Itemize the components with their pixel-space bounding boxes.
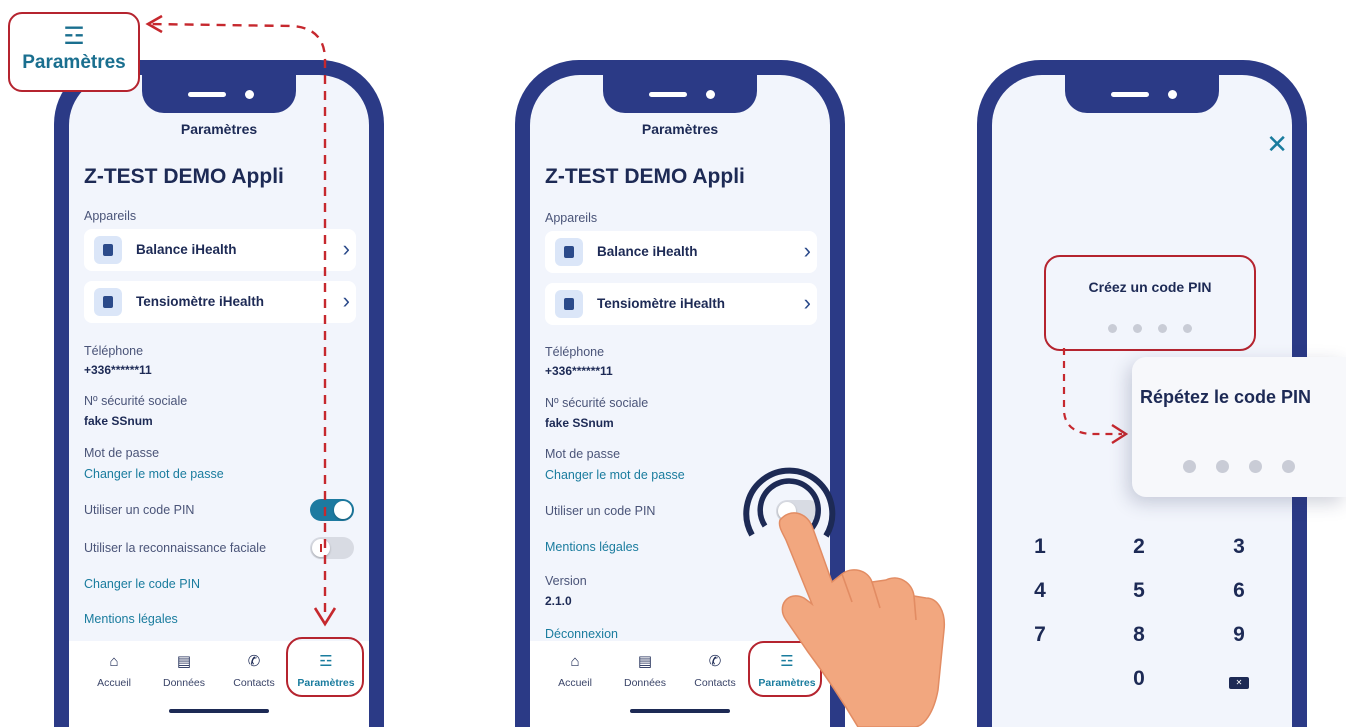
chevron-right-icon: › [342, 236, 350, 261]
face-toggle[interactable] [310, 537, 354, 559]
key-7[interactable]: 7 [1010, 623, 1070, 647]
parametres-callout: ☲ Paramètres [8, 12, 140, 92]
pin-toggle-label: Utiliser un code PIN [84, 503, 195, 517]
chevron-right-icon: › [803, 290, 811, 315]
device-item-tensiometre[interactable]: Tensiomètre iHealth › [84, 281, 356, 323]
ss-label: Nº sécurité sociale [84, 394, 188, 408]
home-indicator [630, 709, 730, 713]
chart-icon: ▤ [637, 653, 653, 670]
device-item-balance[interactable]: Balance iHealth › [545, 231, 817, 273]
phone-notch [603, 75, 757, 113]
key-4[interactable]: 4 [1010, 579, 1070, 603]
arrowhead-left-icon [145, 14, 163, 34]
ss-value: fake SSnum [545, 416, 614, 430]
blood-pressure-icon [555, 290, 583, 318]
ss-label: Nº sécurité sociale [545, 396, 649, 410]
sliders-icon: ☲ [63, 23, 85, 50]
password-label: Mot de passe [545, 447, 621, 461]
create-pin-box: Créez un code PIN [1044, 255, 1256, 351]
nav-highlight-outline [748, 641, 822, 697]
backspace-icon[interactable]: ✕ [1229, 677, 1249, 689]
pin-toggle[interactable] [310, 499, 354, 521]
devices-label: Appareils [545, 211, 598, 225]
device-label: Balance iHealth [597, 244, 698, 259]
phone-frame-settings: Paramètres Z-TEST DEMO Appli Appareils B… [54, 60, 384, 727]
nav-item-accueil[interactable]: ⌂ Accueil [540, 653, 610, 691]
screen-title: Paramètres [641, 121, 719, 137]
phone-notch [142, 75, 296, 113]
screen-title: Paramètres [180, 121, 258, 137]
device-item-tensiometre[interactable]: Tensiomètre iHealth › [545, 283, 817, 325]
pin-toggle-label: Utiliser un code PIN [545, 504, 656, 518]
phone-label: Téléphone [84, 344, 144, 358]
key-5[interactable]: 5 [1109, 579, 1169, 603]
create-pin-title: Créez un code PIN [1088, 279, 1212, 295]
ss-value: fake SSnum [84, 414, 153, 428]
home-icon: ⌂ [109, 653, 119, 670]
pin-dots [1132, 460, 1346, 478]
app-name: Z-TEST DEMO Appli [84, 165, 284, 188]
phone-value: +336******11 [84, 363, 152, 377]
phone-icon: ✆ [708, 653, 722, 670]
chevron-right-icon: › [342, 288, 350, 313]
legal-link[interactable]: Mentions légales [545, 540, 639, 554]
nav-item-donnees[interactable]: ▤ Données [149, 653, 219, 691]
phone-value: +336******11 [545, 364, 613, 378]
key-3[interactable]: 3 [1209, 535, 1269, 559]
phone-label: Téléphone [545, 345, 605, 359]
nav-highlight-outline [286, 637, 364, 697]
home-indicator [169, 709, 269, 713]
password-label: Mot de passe [84, 446, 160, 460]
chart-icon: ▤ [176, 653, 192, 670]
devices-label: Appareils [84, 209, 137, 223]
logout-link[interactable]: Déconnexion [545, 627, 618, 641]
app-name: Z-TEST DEMO Appli [545, 165, 745, 188]
repeat-pin-title: Répétez le code PIN [1140, 387, 1312, 407]
settings-screen: Paramètres Z-TEST DEMO Appli Appareils B… [69, 75, 369, 727]
key-2[interactable]: 2 [1109, 535, 1169, 559]
scale-icon [94, 236, 122, 264]
key-9[interactable]: 9 [1209, 623, 1269, 647]
close-icon[interactable]: ✕ [1266, 129, 1288, 160]
nav-item-donnees[interactable]: ▤ Données [610, 653, 680, 691]
settings-screen: Paramètres Z-TEST DEMO Appli Appareils B… [530, 75, 830, 727]
key-6[interactable]: 6 [1209, 579, 1269, 603]
chevron-right-icon: › [803, 238, 811, 263]
face-toggle-label: Utiliser la reconnaissance faciale [84, 541, 267, 555]
legal-link[interactable]: Mentions légales [84, 612, 178, 626]
version-value: 2.1.0 [545, 594, 572, 608]
device-label: Tensiomètre iHealth [136, 294, 265, 309]
pin-toggle[interactable] [776, 500, 820, 522]
key-1[interactable]: 1 [1010, 535, 1070, 559]
home-icon: ⌂ [570, 653, 580, 670]
change-password-link[interactable]: Changer le mot de passe [545, 468, 685, 482]
nav-item-accueil[interactable]: ⌂ Accueil [79, 653, 149, 691]
blood-pressure-icon [94, 288, 122, 316]
scale-icon [555, 238, 583, 266]
key-0[interactable]: 0 [1109, 667, 1169, 691]
nav-item-contacts[interactable]: ✆ Contacts [680, 653, 750, 691]
phone-notch [1065, 75, 1219, 113]
change-password-link[interactable]: Changer le mot de passe [84, 467, 224, 481]
device-item-balance[interactable]: Balance iHealth › [84, 229, 356, 271]
device-label: Balance iHealth [136, 242, 237, 257]
change-pin-link[interactable]: Changer le code PIN [84, 577, 200, 591]
nav-item-contacts[interactable]: ✆ Contacts [219, 653, 289, 691]
version-label: Version [545, 574, 587, 588]
device-label: Tensiomètre iHealth [597, 296, 726, 311]
pin-dots [1046, 320, 1254, 338]
phone-frame-settings-tap: Paramètres Z-TEST DEMO Appli Appareils B… [515, 60, 845, 727]
phone-icon: ✆ [247, 653, 261, 670]
repeat-pin-card: Répétez le code PIN [1132, 357, 1346, 497]
key-8[interactable]: 8 [1109, 623, 1169, 647]
